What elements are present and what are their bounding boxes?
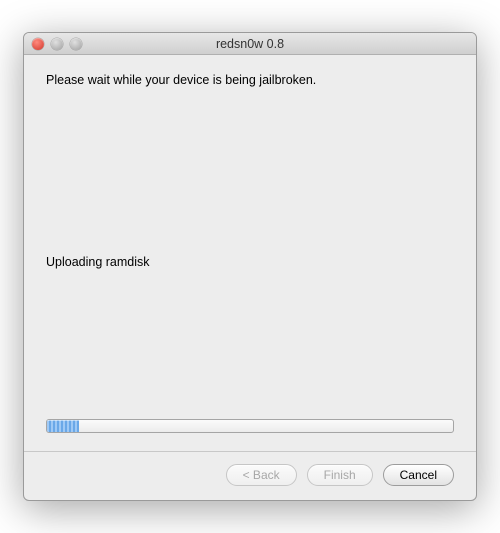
progress-bar <box>46 419 454 433</box>
window-title: redsn0w 0.8 <box>24 37 476 51</box>
titlebar: redsn0w 0.8 <box>24 33 476 55</box>
close-icon[interactable] <box>32 38 44 50</box>
finish-button: Finish <box>307 464 373 486</box>
cancel-button[interactable]: Cancel <box>383 464 454 486</box>
progress-fill <box>47 420 79 432</box>
status-text: Uploading ramdisk <box>46 255 454 269</box>
minimize-icon <box>51 38 63 50</box>
traffic-lights <box>24 38 82 50</box>
instruction-text: Please wait while your device is being j… <box>46 73 454 87</box>
zoom-icon <box>70 38 82 50</box>
window-content: Please wait while your device is being j… <box>24 55 476 500</box>
back-button: < Back <box>226 464 297 486</box>
app-window: redsn0w 0.8 Please wait while your devic… <box>23 32 477 501</box>
button-row: < Back Finish Cancel <box>46 464 454 486</box>
divider <box>24 451 476 452</box>
